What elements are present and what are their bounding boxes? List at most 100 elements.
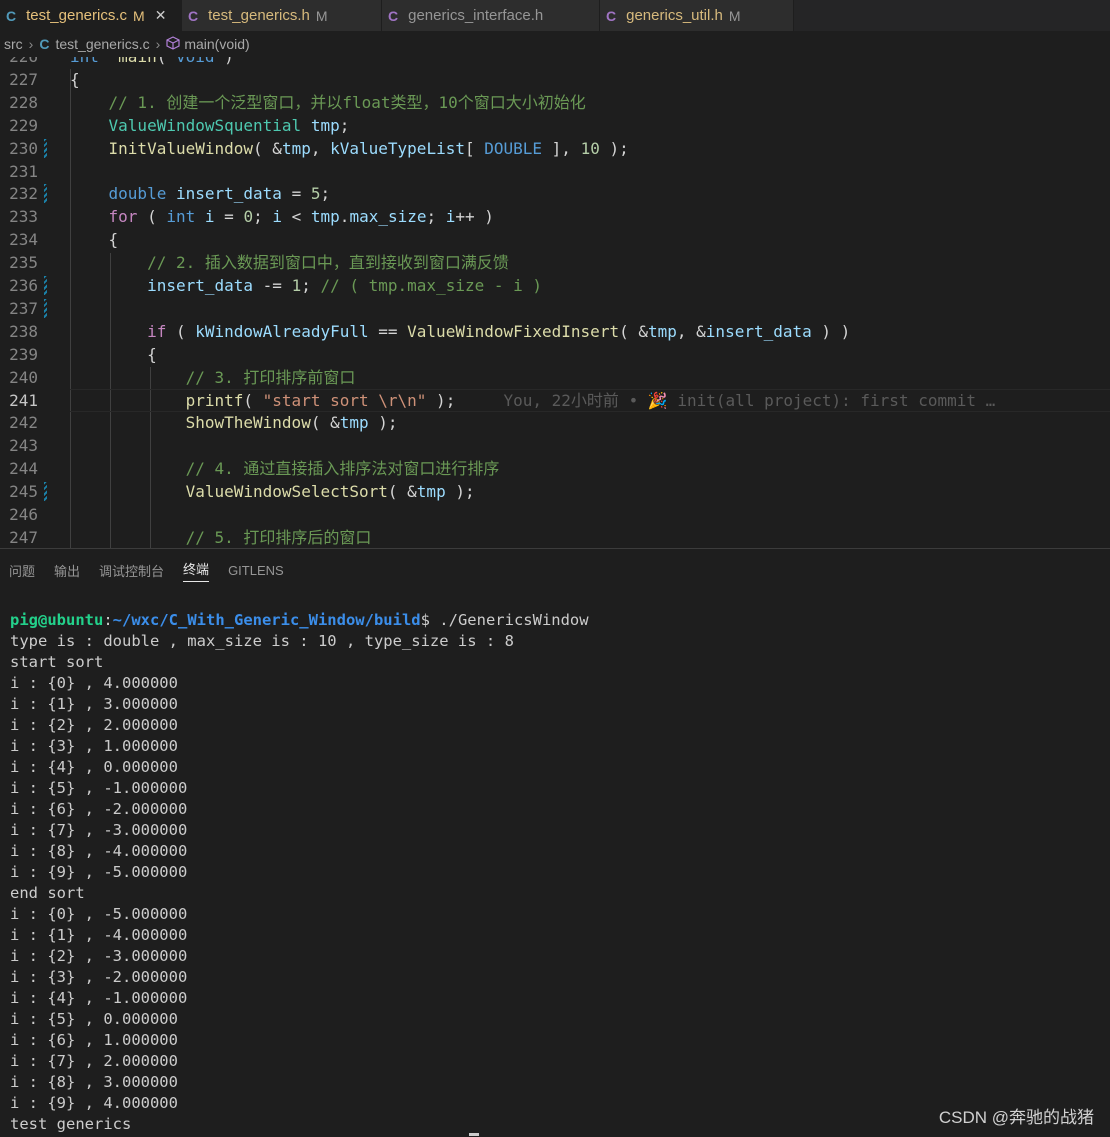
git-change-marker[interactable]	[44, 298, 47, 318]
code-token: insert_data	[175, 184, 282, 204]
git-change-marker[interactable]	[44, 276, 47, 295]
code-line[interactable]: 243	[0, 434, 1110, 457]
code-text: for ( int i = 0; i < tmp.max_size; i++ )	[70, 205, 494, 228]
code-text: // 3. 打印排序前窗口	[70, 366, 356, 389]
terminal-output-line: i : {1} , -4.000000	[10, 926, 188, 944]
code-token: ;	[301, 276, 321, 295]
code-token: {	[70, 230, 119, 250]
line-number: 232	[9, 184, 38, 204]
tab-label: test_generics.h	[208, 7, 310, 24]
code-token: i	[445, 207, 456, 227]
tab-test-generics-h[interactable]: Ctest_generics.h M	[182, 0, 382, 31]
git-change-marker[interactable]	[44, 482, 47, 502]
line-number: 235	[9, 253, 38, 273]
code-text: InitValueWindow( &tmp, kValueTypeList[ D…	[70, 137, 629, 160]
terminal-output-line: type is : double , max_size is : 10 , ty…	[10, 632, 514, 650]
code-text: ValueWindowSelectSort( &tmp );	[70, 480, 475, 503]
code-text: printf( "start sort \r\n" ); You, 22小时前 …	[70, 389, 996, 412]
panel-tab[interactable]: 问题	[9, 561, 35, 580]
csdn-watermark: CSDN @奔驰的战猪	[938, 1108, 1094, 1127]
tab-label: test_generics.c	[26, 7, 128, 24]
terminal-output-line: i : {8} , -4.000000	[10, 842, 188, 860]
breadcrumb-file[interactable]: test_generics.c	[55, 36, 149, 52]
panel-tab[interactable]: 输出	[54, 561, 80, 580]
code-line[interactable]: 230 InitValueWindow( &tmp, kValueTypeLis…	[0, 137, 1110, 160]
code-line[interactable]: 245 ValueWindowSelectSort( &tmp );	[0, 480, 1110, 503]
code-line[interactable]: 235 // 2. 插入数据到窗口中，直到接收到窗口满反馈	[0, 251, 1110, 274]
line-number: 230	[9, 138, 38, 158]
code-token: 1	[291, 276, 302, 295]
code-token: -=	[253, 276, 292, 295]
code-line[interactable]: 227 {	[0, 68, 1110, 91]
code-token: kWindowAlreadyFull	[195, 321, 369, 341]
code-line[interactable]: 240 // 3. 打印排序前窗口	[0, 366, 1110, 389]
code-token: ( &	[619, 321, 648, 341]
code-token: insert_data	[147, 276, 254, 295]
code-token: if	[147, 321, 167, 341]
code-line[interactable]: 239 {	[0, 343, 1110, 366]
close-icon[interactable]: ✕	[155, 7, 167, 24]
code-token: ++ )	[455, 207, 494, 227]
code-line[interactable]: 229 ValueWindowSquential tmp;	[0, 114, 1110, 137]
tab-generics-interface-h[interactable]: Cgenerics_interface.h	[382, 0, 600, 31]
code-token: (	[157, 57, 176, 66]
terminal-command: $ ./GenericsWindow	[420, 611, 589, 629]
code-line[interactable]: 234 {	[0, 228, 1110, 251]
code-line[interactable]: 241 printf( "start sort \r\n" ); You, 22…	[0, 388, 1110, 412]
panel-tab[interactable]: 终端	[183, 559, 210, 582]
code-line[interactable]: 228 // 1. 创建一个泛型窗口，并以float类型，10个窗口大小初始化	[0, 91, 1110, 114]
code-token: insert_data	[705, 321, 812, 341]
line-number: 238	[9, 321, 38, 341]
modified-badge: M	[728, 7, 741, 24]
git-change-marker[interactable]	[44, 138, 47, 158]
c-header-file-icon: C	[606, 7, 617, 24]
line-number: 247	[9, 527, 38, 547]
code-line[interactable]: 231	[0, 160, 1110, 183]
terminal-output-line: i : {0} , 4.000000	[10, 674, 178, 692]
breadcrumb-folder[interactable]: src	[4, 36, 23, 52]
line-number: 246	[9, 505, 38, 524]
code-line[interactable]: 246	[0, 503, 1110, 526]
code-line[interactable]: 244 // 4. 通过直接插入排序法对窗口进行排序	[0, 457, 1110, 480]
code-token: );	[599, 138, 629, 158]
code-token: 10	[580, 138, 600, 158]
code-line[interactable]: 247 // 5. 打印排序后的窗口	[0, 526, 1110, 548]
code-line[interactable]: 236 insert_data -= 1; // ( tmp.max_size …	[0, 274, 1110, 297]
code-line[interactable]: 237	[0, 297, 1110, 320]
code-text: // 2. 插入数据到窗口中，直到接收到窗口满反馈	[70, 251, 509, 274]
code-token: (	[166, 321, 196, 341]
line-number: 229	[9, 115, 38, 135]
code-token: ( &	[387, 482, 417, 502]
line-number: 231	[9, 161, 38, 181]
code-line[interactable]: 226 int main( void )	[0, 57, 1110, 68]
terminal[interactable]: pig@ubuntu:~/wxc/C_With_Generic_Window/b…	[10, 610, 589, 1135]
chevron-right-icon: ›	[155, 36, 161, 52]
code-token: ;	[320, 184, 331, 204]
tab-generics-util-h[interactable]: Cgenerics_util.h M	[600, 0, 794, 31]
terminal-prompt-user: pig@ubuntu	[10, 611, 104, 629]
code-text: insert_data -= 1; // ( tmp.max_size - i …	[70, 274, 542, 297]
c-header-file-icon: C	[188, 7, 199, 24]
code-line[interactable]: 232 double insert_data = 5;	[0, 182, 1110, 205]
tab-test-generics-c[interactable]: Ctest_generics.c M ✕	[0, 0, 182, 31]
terminal-output-line: i : {3} , 1.000000	[10, 737, 178, 755]
git-change-marker[interactable]	[44, 184, 47, 204]
code-token: // ( tmp.max_size - i )	[320, 276, 543, 295]
panel-tab[interactable]: GITLENS	[228, 563, 284, 578]
terminal-output-line: i : {8} , 3.000000	[10, 1073, 178, 1091]
code-line[interactable]: 233 for ( int i = 0; i < tmp.max_size; i…	[0, 205, 1110, 228]
panel-tab[interactable]: 调试控制台	[99, 561, 164, 580]
code-line[interactable]: 238 if ( kWindowAlreadyFull == ValueWind…	[0, 320, 1110, 343]
breadcrumb-symbol[interactable]: main(void)	[184, 36, 249, 52]
terminal-output-line: i : {4} , 0.000000	[10, 758, 178, 776]
code-token: ==	[368, 321, 408, 341]
c-file-icon: C	[39, 36, 50, 52]
code-editor[interactable]: 226int main( void )227{228 // 1. 创建一个泛型窗…	[0, 57, 1110, 548]
code-token: i	[272, 207, 282, 227]
code-line[interactable]: 242 ShowTheWindow( &tmp );	[0, 411, 1110, 434]
